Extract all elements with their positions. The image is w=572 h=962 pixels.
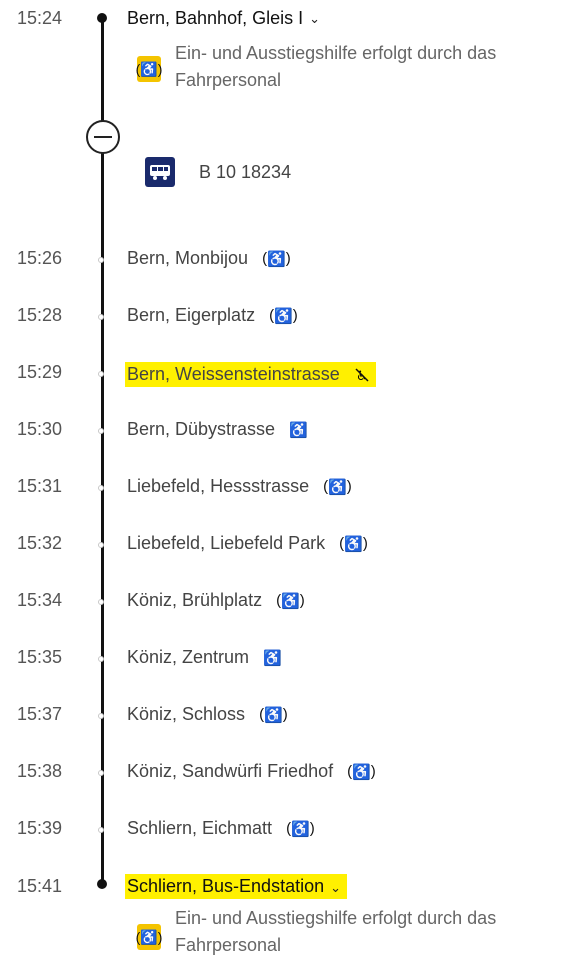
- stop-name: Liebefeld, Hessstrasse: [127, 476, 310, 496]
- stop-dot: [98, 257, 104, 263]
- stop-row[interactable]: Bern, Monbijou ♿: [127, 248, 291, 269]
- stop-row[interactable]: Liebefeld, Hessstrasse ♿: [127, 476, 352, 497]
- stop-time: 15:30: [17, 419, 63, 439]
- stop-row[interactable]: Köniz, Zentrum ♿: [127, 647, 282, 668]
- stop-time: 15:38: [17, 761, 63, 781]
- stop-dot: [98, 656, 104, 662]
- stop-name-wrap: Köniz, Zentrum ♿: [127, 647, 282, 668]
- stop-name: Köniz, Sandwürfi Friedhof: [127, 761, 334, 781]
- stop-name-wrap: Köniz, Schloss ♿: [127, 704, 288, 725]
- wheelchair-unavailable-icon: ♿: [354, 367, 370, 383]
- stop-row[interactable]: Schliern, Eichmatt ♿: [127, 818, 315, 839]
- stop-name: Bern, Monbijou: [127, 248, 249, 268]
- stop-name-wrap: Köniz, Sandwürfi Friedhof ♿: [127, 761, 376, 782]
- stop-dot: [98, 599, 104, 605]
- wheelchair-partial-icon: ♿: [339, 535, 368, 553]
- destination-stop[interactable]: Schliern, Bus-Endstation ⌄: [125, 874, 348, 899]
- stop-dot: [98, 428, 104, 434]
- wheelchair-partial-icon: ♿: [286, 820, 315, 838]
- stop-time: 15:34: [17, 590, 63, 610]
- wheelchair-assist-icon: (♿): [136, 56, 162, 82]
- destination-assist-note: Ein- und Ausstiegshilfe erfolgt durch da…: [175, 908, 497, 955]
- stop-row[interactable]: Liebefeld, Liebefeld Park ♿: [127, 533, 368, 554]
- stop-name-wrap: Bern, Weissensteinstrasse ♿: [125, 362, 376, 387]
- stop-name-wrap: Schliern, Eichmatt ♿: [127, 818, 315, 839]
- stop-row[interactable]: Bern, Dübystrasse ♿: [127, 419, 308, 440]
- wheelchair-partial-icon: ♿: [269, 307, 298, 325]
- stop-dot: [98, 542, 104, 548]
- stop-name: Liebefeld, Liebefeld Park: [127, 533, 326, 553]
- stop-dot: [98, 770, 104, 776]
- wheelchair-partial-icon: ♿: [276, 592, 305, 610]
- stop-time: 15:39: [17, 818, 63, 838]
- stop-time: 15:37: [17, 704, 63, 724]
- wheelchair-partial-icon: ♿: [347, 763, 376, 781]
- stop-time: 15:26: [17, 248, 63, 268]
- stop-name: Köniz, Zentrum: [127, 647, 250, 667]
- stop-name-wrap: Bern, Eigerplatz ♿: [127, 305, 298, 326]
- wheelchair-accessible-icon: ♿: [263, 649, 282, 667]
- stop-time: 15:35: [17, 647, 63, 667]
- destination-time: 15:41: [17, 876, 63, 896]
- stop-name: Schliern, Eichmatt: [127, 818, 273, 838]
- stop-dot: [98, 485, 104, 491]
- stop-row[interactable]: Bern, Eigerplatz ♿: [127, 305, 298, 326]
- stop-dot: [98, 314, 104, 320]
- origin-stop[interactable]: Bern, Bahnhof, Gleis I ⌄: [127, 8, 320, 29]
- stop-row[interactable]: Köniz, Sandwürfi Friedhof ♿: [127, 761, 376, 782]
- wheelchair-partial-icon: ♿: [323, 478, 352, 496]
- stop-row[interactable]: Köniz, Brühlplatz ♿: [127, 590, 305, 611]
- stop-name: Bern, Weissensteinstrasse: [127, 364, 340, 384]
- stop-name: Bern, Dübystrasse: [127, 419, 276, 439]
- origin-dot: [97, 13, 107, 23]
- stop-time: 15:32: [17, 533, 63, 553]
- stop-name: Bern, Eigerplatz: [127, 305, 256, 325]
- wheelchair-assist-icon: (♿): [136, 924, 162, 950]
- stop-name-wrap: Liebefeld, Hessstrasse ♿: [127, 476, 352, 497]
- chevron-down-icon[interactable]: ⌄: [330, 880, 341, 895]
- origin-time: 15:24: [17, 8, 63, 28]
- wheelchair-partial-icon: ♿: [262, 250, 291, 268]
- wheelchair-accessible-icon: ♿: [289, 421, 308, 439]
- collapse-stops-icon[interactable]: [86, 120, 120, 154]
- stop-name-wrap: Bern, Monbijou ♿: [127, 248, 291, 269]
- stop-name: Köniz, Schloss: [127, 704, 246, 724]
- wheelchair-partial-icon: ♿: [259, 706, 288, 724]
- stop-name-wrap: Liebefeld, Liebefeld Park ♿: [127, 533, 368, 554]
- stop-time: 15:29: [17, 362, 63, 382]
- stop-time: 15:31: [17, 476, 63, 496]
- stop-row[interactable]: Bern, Weissensteinstrasse ♿: [125, 362, 376, 387]
- destination-stop-label: Schliern, Bus-Endstation ⌄: [125, 874, 348, 899]
- origin-assist-note: Ein- und Ausstiegshilfe erfolgt durch da…: [175, 43, 497, 90]
- chevron-down-icon[interactable]: ⌄: [309, 11, 320, 27]
- origin-stop-label: Bern, Bahnhof, Gleis I: [127, 8, 304, 28]
- bus-icon: [145, 157, 175, 187]
- stop-dot: [98, 371, 104, 377]
- vehicle-label: B 10 18234: [199, 162, 292, 182]
- stop-name: Köniz, Brühlplatz: [127, 590, 263, 610]
- destination-dot: [97, 879, 107, 889]
- stop-dot: [98, 713, 104, 719]
- stop-name-wrap: Bern, Dübystrasse ♿: [127, 419, 308, 440]
- stop-time: 15:28: [17, 305, 63, 325]
- stop-name-wrap: Köniz, Brühlplatz ♿: [127, 590, 305, 611]
- stop-row[interactable]: Köniz, Schloss ♿: [127, 704, 288, 725]
- stop-dot: [98, 827, 104, 833]
